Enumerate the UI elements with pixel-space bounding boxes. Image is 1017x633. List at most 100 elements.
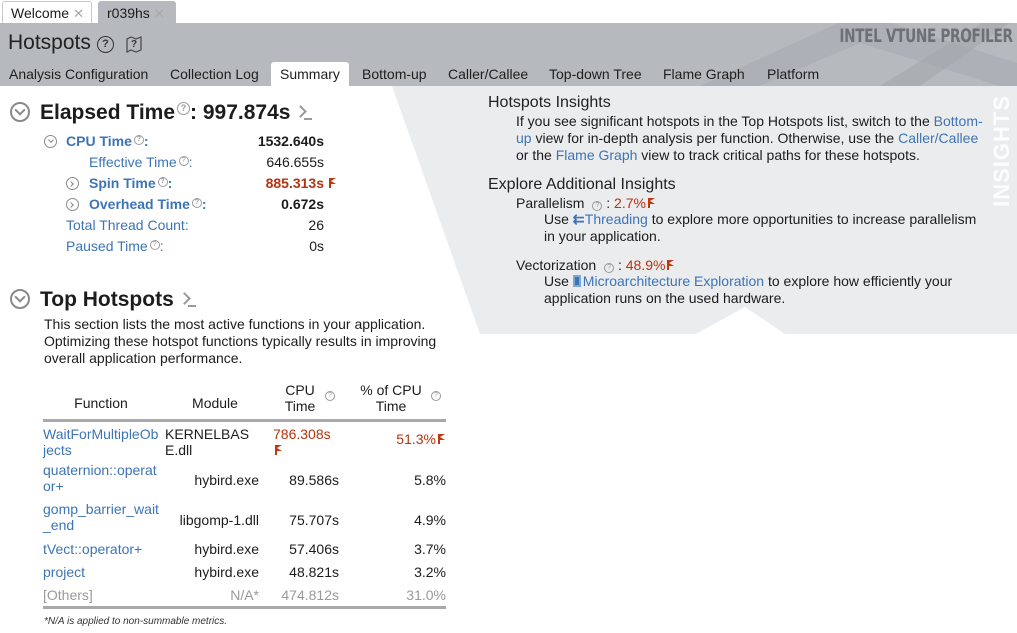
cpu-time-cell: 48.821s [289,563,339,580]
command-line-icon[interactable] [180,293,196,307]
microarchitecture-link[interactable]: Microarchitecture Exploration [583,273,764,289]
help-icon[interactable]: ? [133,135,144,145]
pct-cpu-cell: 51.3% [343,421,446,461]
command-line-icon[interactable] [296,106,313,120]
function-cell[interactable]: gomp_barrier_wait_end [43,500,159,540]
cpu-time-value: 1532.640s [257,133,324,149]
top-hotspots-description: This section lists the most active funct… [44,316,437,366]
collapse-icon[interactable] [44,135,57,148]
cpu-time-cell: 786.308s [271,421,343,461]
help-icon[interactable]: ? [592,201,603,211]
spin-time-label[interactable]: Spin Time?: [89,175,172,191]
text: view to track critical paths for these h… [637,147,920,163]
page-title: Hotspots [8,31,91,54]
thread-count-value: 26 [308,217,324,233]
tab-analysis-configuration[interactable]: Analysis Configuration [0,62,157,86]
explore-insights-title: Explore Additional Insights [488,176,676,193]
text: or the [516,147,556,163]
help-icon[interactable]: ? [325,391,335,401]
text: view for in-depth analysis per function.… [531,130,899,146]
module-cell: hybird.exe [194,540,259,557]
flag-icon [275,445,283,455]
pct-cpu-cell: 4.9% [414,511,446,528]
help-icon[interactable]: ? [177,102,191,115]
collapse-icon[interactable] [10,102,30,122]
function-cell[interactable]: project [43,563,159,586]
threading-icon: ⇇ [572,211,585,227]
tab-collection-log[interactable]: Collection Log [161,62,268,86]
spin-time-value: 885.313s [265,175,324,191]
parallelism-label: Parallelism [516,195,585,211]
help-icon[interactable]: ? [178,156,189,166]
tab-flame-graph[interactable]: Flame Graph [654,62,754,86]
flag-icon [438,434,446,444]
text: If you see significant hotspots in the T… [516,113,934,129]
module-cell: libgomp-1.dll [179,511,259,528]
tab-summary[interactable]: Summary [271,62,349,86]
vectorization-value: 48.9% [625,257,666,273]
tab-welcome[interactable]: Welcome ✕ [2,1,92,23]
overhead-time-value: 0.672s [281,196,324,212]
threading-link[interactable]: Threading [585,211,648,227]
microarchitecture-icon [572,275,581,287]
insights-panel: Hotspots Insights If you see significant… [488,94,988,307]
tab-platform[interactable]: Platform [758,62,828,86]
flame-graph-link[interactable]: Flame Graph [556,147,638,163]
help-icon[interactable]: ? [431,391,441,401]
pct-cpu-cell: 3.2% [414,563,446,580]
function-cell[interactable]: tVect::operator+ [43,540,159,563]
help-icon[interactable]: ? [157,177,168,187]
parallelism-advice: Use ⇇Threading to explore more opportuni… [544,211,988,245]
text: Use [544,273,573,289]
flag-icon [329,178,337,188]
insights-label: INSIGHTS [989,95,1014,207]
document-tab-bar: Welcome ✕ r039hs ✕ [0,0,1017,23]
caller-callee-link[interactable]: Caller/Callee [898,130,978,146]
close-icon[interactable]: ✕ [73,6,84,21]
paused-time-value: 0s [309,238,324,254]
cpu-time-label[interactable]: CPU Time?: [66,133,149,149]
thread-count-label[interactable]: Total Thread Count: [66,217,189,233]
tab-caller-callee[interactable]: Caller/Callee [439,62,537,86]
paused-time-label[interactable]: Paused Time?: [66,238,164,254]
brand-logo: INTEL VTUNE PROFILER [839,25,1014,47]
pct-cpu-cell: 3.7% [414,540,446,557]
parallelism-value: 2.7% [614,195,646,211]
text: Use [544,211,573,227]
function-cell[interactable]: WaitForMultipleObjects [43,421,159,461]
column-header-pct-cpu-time[interactable]: % of CPU Time? [343,382,446,421]
function-cell[interactable]: quaternion::operator+ [43,461,159,500]
footnote: *N/A is applied to non-summable metrics. [44,616,228,627]
cpu-time-cell: 474.812s [281,586,339,603]
module-cell: hybird.exe [194,563,259,580]
pct-cpu-cell: 5.8% [414,472,446,488]
analysis-map-icon[interactable]: ? [125,35,143,53]
overhead-time-label[interactable]: Overhead Time?: [89,196,207,212]
column-header-cpu-time[interactable]: CPU Time? [271,382,343,421]
effective-time-label[interactable]: Effective Time?: [89,154,193,170]
elapsed-time-heading: Elapsed Time?: 997.874s [10,101,313,125]
function-cell: [Others] [43,586,93,603]
column-header-module[interactable]: Module [159,382,271,421]
help-icon[interactable]: ? [149,240,160,250]
close-icon[interactable]: ✕ [154,6,165,21]
expand-icon[interactable] [66,198,79,211]
column-header-function[interactable]: Function [43,382,159,421]
tab-bottom-up[interactable]: Bottom-up [353,62,436,86]
hotspots-insights-title: Hotspots Insights [488,94,611,111]
collapse-icon[interactable] [10,289,30,309]
pct-cpu-cell: 31.0% [406,586,446,603]
help-icon[interactable]: ? [604,263,615,273]
module-cell: KERNELBASE.dll [165,426,250,458]
expand-icon[interactable] [66,177,79,190]
svg-text:?: ? [131,39,137,50]
cpu-time-cell: 75.707s [289,511,339,528]
tab-result[interactable]: r039hs ✕ [98,1,176,23]
cpu-time-cell: 57.406s [289,540,339,557]
tab-top-down-tree[interactable]: Top-down Tree [540,62,651,86]
module-cell: hybird.exe [194,472,259,488]
table-row: quaternion::operator+ hybird.exe 89.586s… [43,461,446,500]
module-cell: N/A* [230,586,259,603]
cpu-time-cell: 89.586s [289,472,339,488]
question-circle-icon[interactable]: ? [97,36,114,53]
